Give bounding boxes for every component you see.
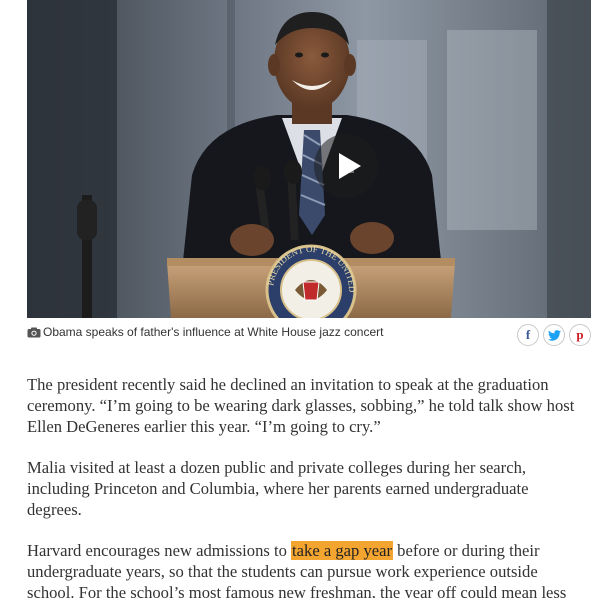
article-body: The president recently said he declined … [27, 374, 587, 598]
media-caption-row: Obama speaks of father's influence at Wh… [27, 321, 591, 349]
video-player[interactable]: PRESIDENT OF THE UNITED ST [27, 0, 591, 318]
video-still-image: PRESIDENT OF THE UNITED ST [27, 0, 591, 318]
play-button[interactable] [314, 134, 378, 198]
play-icon [339, 153, 361, 179]
share-buttons: f p [517, 324, 591, 346]
facebook-icon: f [525, 327, 531, 342]
article-paragraph-2: Malia visited at least a dozen public an… [27, 458, 529, 519]
twitter-icon [547, 329, 561, 341]
share-twitter-button[interactable] [543, 324, 565, 346]
camera-icon [27, 327, 41, 337]
article-paragraph-3: Harvard encourages new admissions to tak… [27, 540, 587, 598]
caption-text: Obama speaks of father's influence at Wh… [43, 325, 384, 339]
share-pinterest-button[interactable]: p [569, 324, 591, 346]
paragraph-text-before-link: Harvard encourages new admissions to [27, 541, 292, 560]
gap-year-link[interactable]: take a gap year [291, 541, 394, 560]
article-paragraph-1: The president recently said he declined … [27, 375, 575, 436]
pinterest-icon: p [576, 327, 584, 342]
share-facebook-button[interactable]: f [517, 324, 539, 346]
media-caption: Obama speaks of father's influence at Wh… [27, 325, 383, 339]
